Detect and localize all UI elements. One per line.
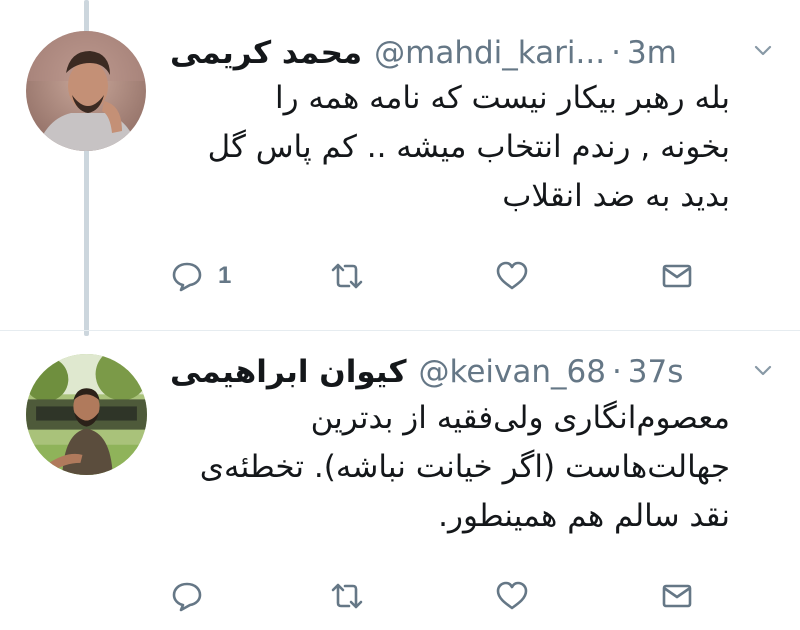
- tweet-text-line: معصوم‌انگاری ولی‌فقیه از بدترین: [310, 400, 730, 436]
- reply-icon: [172, 262, 202, 292]
- direct-message-button[interactable]: [660, 576, 694, 616]
- display-name[interactable]: محمد کریمی: [170, 35, 362, 71]
- reply-icon: [172, 582, 202, 612]
- retweet-button[interactable]: [330, 256, 364, 296]
- reply-button[interactable]: 1: [170, 256, 231, 296]
- tweet[interactable]: محمد کریمی @mahdi_kari... · 3m بله رهبر …: [0, 0, 800, 330]
- tweet-text: بله رهبر بیکار نیست که نامه همه را بخونه…: [150, 74, 730, 221]
- user-handle[interactable]: @keivan_68: [418, 354, 605, 390]
- tweet-actions: [170, 576, 730, 616]
- separator-dot: ·: [611, 354, 622, 390]
- user-handle[interactable]: @mahdi_kari...: [374, 35, 605, 71]
- separator-dot: ·: [611, 35, 621, 71]
- like-button[interactable]: [495, 576, 529, 616]
- tweet-header: کیوان ابراهیمی @keivan_68 · 37s: [170, 352, 760, 392]
- retweet-icon: [331, 583, 363, 609]
- tweet-header: محمد کریمی @mahdi_kari... · 3m: [170, 33, 760, 73]
- heart-icon: [496, 581, 528, 610]
- timestamp[interactable]: 3m: [627, 35, 677, 71]
- avatar[interactable]: [26, 31, 146, 151]
- heart-icon: [496, 261, 528, 290]
- tweet-text-line: نقد سالم هم همینطور.: [438, 498, 730, 534]
- retweet-button[interactable]: [330, 576, 364, 616]
- envelope-icon: [662, 264, 692, 288]
- direct-message-button[interactable]: [660, 256, 694, 296]
- tweet-text-line: جهالت‌هاست (اگر خیانت نباشه). تخطئه‌ی: [199, 449, 730, 485]
- reply-button[interactable]: [170, 576, 218, 616]
- tweet-text-line: بخونه , رندم انتخاب میشه .. کم پاس گل: [207, 129, 730, 165]
- timestamp[interactable]: 37s: [628, 354, 684, 390]
- tweet-actions: 1: [170, 256, 730, 296]
- tweet-text-line: بدید به ضد انقلاب: [502, 178, 730, 214]
- avatar-image: [26, 31, 146, 151]
- envelope-icon: [662, 584, 692, 608]
- tweet-text: معصوم‌انگاری ولی‌فقیه از بدترین جهالت‌ها…: [150, 394, 730, 541]
- chevron-down-icon[interactable]: [754, 364, 772, 378]
- chevron-down-icon[interactable]: [754, 44, 772, 58]
- avatar[interactable]: [26, 354, 147, 475]
- tweet-text-line: بله رهبر بیکار نیست که نامه همه را: [274, 80, 730, 116]
- display-name[interactable]: کیوان ابراهیمی: [170, 354, 406, 390]
- reply-count: 1: [218, 262, 232, 289]
- tweet[interactable]: کیوان ابراهیمی @keivan_68 · 37s معصوم‌ان…: [0, 330, 800, 630]
- retweet-icon: [331, 263, 363, 289]
- avatar-image: [26, 354, 147, 475]
- like-button[interactable]: [495, 256, 529, 296]
